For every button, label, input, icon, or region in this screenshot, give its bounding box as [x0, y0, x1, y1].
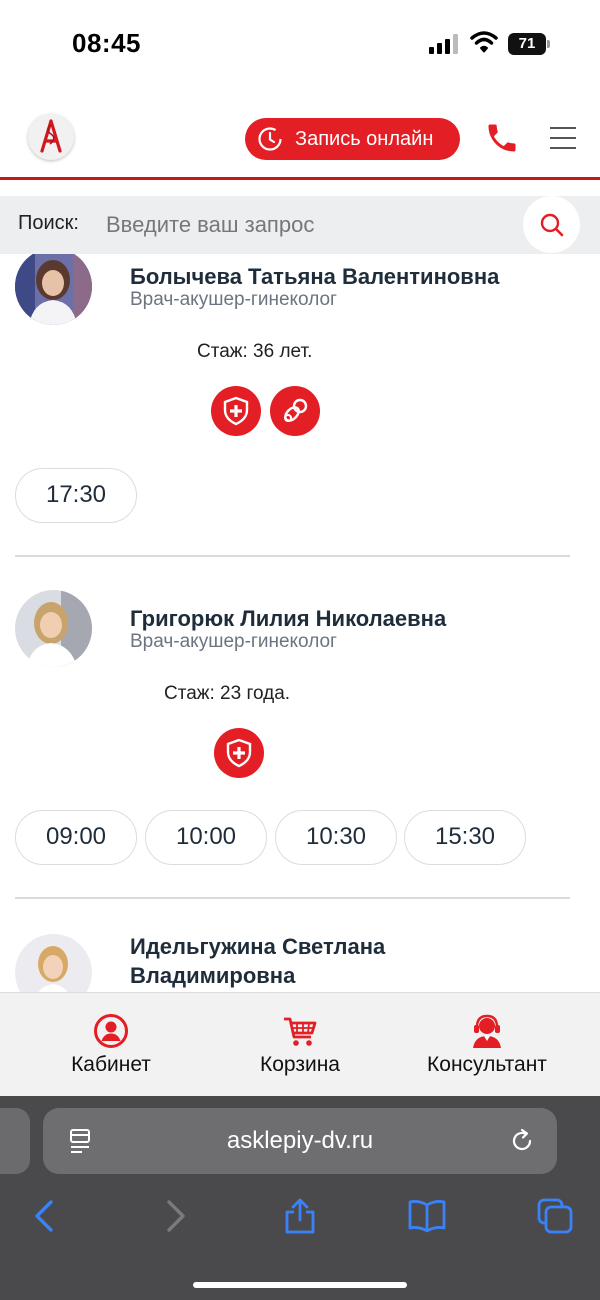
time-slot[interactable]: 10:30 [275, 810, 397, 865]
pacifier-icon [270, 386, 320, 436]
tabs-icon[interactable] [535, 1196, 575, 1236]
nav-label: Корзина [260, 1053, 340, 1076]
address-bar[interactable]: asklepiy-dv.ru [43, 1108, 557, 1174]
doctor-avatar[interactable] [15, 934, 92, 992]
doctor-card: Болычева Татьяна Валентиновна Врач-акуше… [0, 254, 600, 557]
doctor-name[interactable]: Идельгужина Светлана Владимировна [130, 932, 460, 990]
nav-cabinet[interactable]: Кабинет [11, 993, 211, 1097]
doctor-name[interactable]: Болычева Татьяна Валентиновна [130, 262, 570, 291]
previous-tab[interactable] [0, 1108, 30, 1174]
search-input[interactable] [106, 209, 506, 241]
search-icon [540, 213, 564, 237]
search-label: Поиск: [18, 212, 79, 234]
shield-cross-icon [211, 386, 261, 436]
book-online-button[interactable]: Запись онлайн [245, 118, 460, 160]
time-slot[interactable]: 15:30 [404, 810, 526, 865]
doctor-experience: Стаж: 23 года. [164, 683, 291, 704]
battery-icon: 71 [508, 33, 550, 55]
forward-icon[interactable] [155, 1196, 195, 1236]
nav-label: Консультант [427, 1053, 547, 1076]
consultant-icon [473, 1014, 501, 1048]
back-icon[interactable] [25, 1196, 65, 1236]
nav-consultant[interactable]: Консультант [387, 993, 587, 1097]
site-header: Запись онлайн [0, 96, 600, 180]
cart-icon [284, 1017, 317, 1046]
share-icon[interactable] [280, 1196, 320, 1236]
doctor-card: Идельгужина Светлана Владимировна [0, 898, 600, 992]
logo-icon [40, 119, 62, 153]
time-slot[interactable]: 17:30 [15, 468, 137, 523]
phone-icon[interactable] [484, 120, 520, 156]
search-bar: Поиск: [0, 196, 600, 254]
doctor-specialty: Врач-акушер-гинеколог [130, 289, 337, 310]
clock-icon [258, 127, 282, 151]
doctor-name[interactable]: Григорюк Лилия Николаевна [130, 604, 570, 633]
search-button[interactable] [523, 196, 580, 253]
browser-toolbar: asklepiy-dv.ru [0, 1096, 600, 1300]
bottom-nav: Кабинет Корзина Консультант [0, 992, 600, 1096]
doctor-card: Григорюк Лилия Николаевна Врач-акушер-ги… [0, 556, 600, 899]
status-bar: 08:45 71 [0, 0, 600, 90]
wifi-icon [470, 31, 498, 53]
doctor-experience: Стаж: 36 лет. [197, 341, 313, 362]
nav-label: Кабинет [71, 1053, 151, 1076]
status-time: 08:45 [72, 28, 141, 58]
nav-cart[interactable]: Корзина [200, 993, 400, 1097]
hamburger-menu-icon[interactable] [550, 127, 576, 149]
home-indicator [193, 1282, 407, 1288]
battery-level: 71 [508, 33, 546, 55]
cellular-signal-icon [429, 34, 461, 54]
time-slot[interactable]: 10:00 [145, 810, 267, 865]
reload-icon[interactable] [509, 1128, 535, 1154]
doctor-avatar[interactable] [15, 254, 92, 325]
url-text: asklepiy-dv.ru [226, 1127, 374, 1154]
logo[interactable] [28, 114, 74, 160]
user-circle-icon [94, 1014, 128, 1048]
doctor-list: Болычева Татьяна Валентиновна Врач-акуше… [0, 254, 600, 992]
doctor-avatar[interactable] [15, 590, 92, 667]
shield-cross-icon [214, 728, 264, 778]
doctor-specialty: Врач-акушер-гинеколог [130, 631, 337, 652]
bookmarks-icon[interactable] [407, 1196, 447, 1236]
book-online-label: Запись онлайн [295, 128, 434, 150]
time-slot[interactable]: 09:00 [15, 810, 137, 865]
